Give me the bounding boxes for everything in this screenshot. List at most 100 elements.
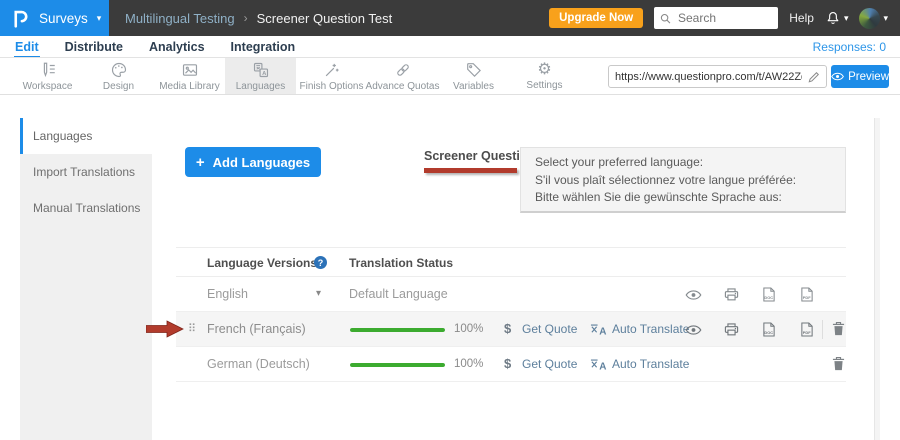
svg-text:A: A	[599, 326, 606, 336]
german-language-label: German (Deutsch)	[207, 357, 310, 371]
german-get-quote-link[interactable]: Get Quote	[522, 357, 577, 371]
french-progress-bar	[350, 328, 445, 332]
default-language-status: Default Language	[349, 287, 448, 301]
printer-icon	[724, 322, 739, 337]
toolbar-item-settings[interactable]: ⚙ Settings	[509, 58, 580, 94]
chain-link-icon	[394, 61, 412, 79]
preview-language-button[interactable]	[684, 290, 702, 300]
tab-edit[interactable]: Edit	[14, 38, 40, 57]
toolbar-item-design[interactable]: Design	[83, 58, 154, 94]
toolbar-item-advance-quotas[interactable]: Advance Quotas	[367, 58, 438, 94]
gear-icon: ⚙	[537, 61, 551, 78]
toolbar-item-media-library[interactable]: Media Library	[154, 58, 225, 94]
toolbar-items: Workspace Design Media Library	[12, 58, 580, 94]
sidebar-item-languages[interactable]: Languages	[20, 118, 152, 154]
pdf-file-icon: PDF	[800, 322, 814, 337]
toolbar-item-languages[interactable]: A Languages	[225, 58, 296, 94]
chevron-down-icon: ▾	[316, 288, 321, 299]
french-auto-translate-link[interactable]: Auto Translate	[612, 322, 689, 336]
svg-text:A: A	[599, 361, 606, 371]
sidebar-item-manual-translations[interactable]: Manual Translations	[20, 190, 152, 226]
preview-line-french: S'il vous plaît sélectionnez votre langu…	[535, 172, 831, 190]
tab-distribute[interactable]: Distribute	[64, 38, 124, 56]
translate-icon[interactable]: A	[590, 323, 608, 336]
search-input[interactable]	[676, 10, 772, 26]
account-menu[interactable]: ▾	[859, 8, 888, 29]
chevron-down-icon: ▾	[883, 14, 888, 23]
breadcrumb-survey-name[interactable]: Multilingual Testing	[125, 11, 235, 26]
questionpro-logo-icon	[11, 9, 30, 28]
breadcrumb: Multilingual Testing › Screener Question…	[125, 11, 392, 26]
doc-file-icon: DOC	[762, 322, 776, 337]
preview-language-button[interactable]	[684, 325, 702, 335]
topbar-right: Upgrade Now Help ▾ ▾	[549, 7, 900, 29]
toolbar-item-variables[interactable]: Variables	[438, 58, 509, 94]
export-doc-button[interactable]: DOC	[760, 287, 778, 302]
tab-analytics[interactable]: Analytics	[148, 38, 206, 56]
delete-language-button[interactable]	[832, 356, 845, 371]
help-circle-icon[interactable]: ?	[314, 256, 327, 269]
table-header: Language Versions ? Translation Status	[176, 247, 846, 277]
trash-icon	[832, 321, 845, 336]
export-doc-button[interactable]: DOC	[760, 322, 778, 337]
export-pdf-button[interactable]: PDF	[798, 322, 816, 337]
eye-icon	[685, 325, 702, 335]
help-link[interactable]: Help	[789, 11, 814, 25]
questionpro-languages-page: Surveys ▾ Multilingual Testing › Screene…	[0, 0, 900, 440]
surveys-product-menu[interactable]: Surveys ▾	[0, 0, 109, 36]
printer-icon	[724, 287, 739, 302]
eye-icon	[685, 290, 702, 300]
plus-icon: +	[196, 155, 205, 170]
translate-icon[interactable]: A	[590, 358, 608, 371]
svg-text:DOC: DOC	[764, 295, 773, 300]
column-language-versions: Language Versions	[207, 256, 317, 270]
magic-wand-icon	[323, 61, 341, 79]
edit-url-button[interactable]	[808, 71, 820, 83]
global-search	[654, 7, 778, 29]
table-row-german: German (Deutsch) 100% $ Get Quote A Auto…	[176, 347, 846, 382]
bell-icon	[825, 10, 841, 27]
edit-toolbar: Workspace Design Media Library	[0, 58, 900, 95]
translate-xa-icon: A	[590, 323, 608, 336]
drag-handle-icon[interactable]: ⠿	[188, 322, 195, 335]
export-pdf-button[interactable]: PDF	[798, 287, 816, 302]
breadcrumb-separator-icon: ›	[244, 11, 248, 25]
survey-url-input[interactable]	[609, 71, 808, 83]
german-progress-percent: 100%	[454, 358, 483, 370]
survey-nav-row: Edit Distribute Analytics Integration Re…	[0, 36, 900, 58]
french-language-label: French (Français)	[207, 322, 306, 336]
add-languages-button[interactable]: + Add Languages	[185, 147, 321, 177]
tab-integration[interactable]: Integration	[230, 38, 297, 56]
toolbar-item-workspace[interactable]: Workspace	[12, 58, 83, 94]
media-library-icon	[181, 61, 199, 79]
sidebar-item-import-translations[interactable]: Import Translations	[20, 154, 152, 190]
avatar	[859, 8, 880, 29]
preview-line-german: Bitte wählen Sie die gewünschte Sprache …	[535, 189, 831, 207]
design-palette-icon	[110, 61, 128, 79]
french-row-actions: DOC PDF	[684, 312, 816, 347]
german-auto-translate-link[interactable]: Auto Translate	[612, 357, 689, 371]
delete-language-button[interactable]	[832, 321, 845, 336]
dollar-icon[interactable]: $	[504, 321, 511, 336]
table-row-english: English ▾ Default Language	[176, 277, 846, 312]
french-get-quote-link[interactable]: Get Quote	[522, 322, 577, 336]
dollar-icon[interactable]: $	[504, 356, 511, 371]
svg-text:DOC: DOC	[764, 330, 773, 335]
print-language-button[interactable]	[722, 322, 740, 337]
search-icon	[660, 12, 671, 25]
actions-divider	[822, 320, 823, 339]
default-language-dropdown[interactable]: English ▾	[176, 277, 336, 312]
workspace-icon	[39, 61, 57, 79]
vertical-scrollbar[interactable]	[874, 118, 880, 440]
print-language-button[interactable]	[722, 287, 740, 302]
table-row-french: ⠿ French (Français) 100% $ Get Quote A A…	[176, 312, 846, 347]
upgrade-now-button[interactable]: Upgrade Now	[549, 8, 643, 28]
chevron-down-icon: ▾	[844, 14, 849, 23]
language-versions-table: Language Versions ? Translation Status E…	[176, 247, 846, 382]
english-row-actions: DOC PDF	[684, 277, 816, 312]
german-progress-bar	[350, 363, 445, 367]
toolbar-item-finish-options[interactable]: Finish Options	[296, 58, 367, 94]
notifications-menu[interactable]: ▾	[825, 10, 849, 27]
preview-button[interactable]: Preview	[831, 65, 889, 88]
responses-count-link[interactable]: Responses: 0	[813, 36, 886, 58]
